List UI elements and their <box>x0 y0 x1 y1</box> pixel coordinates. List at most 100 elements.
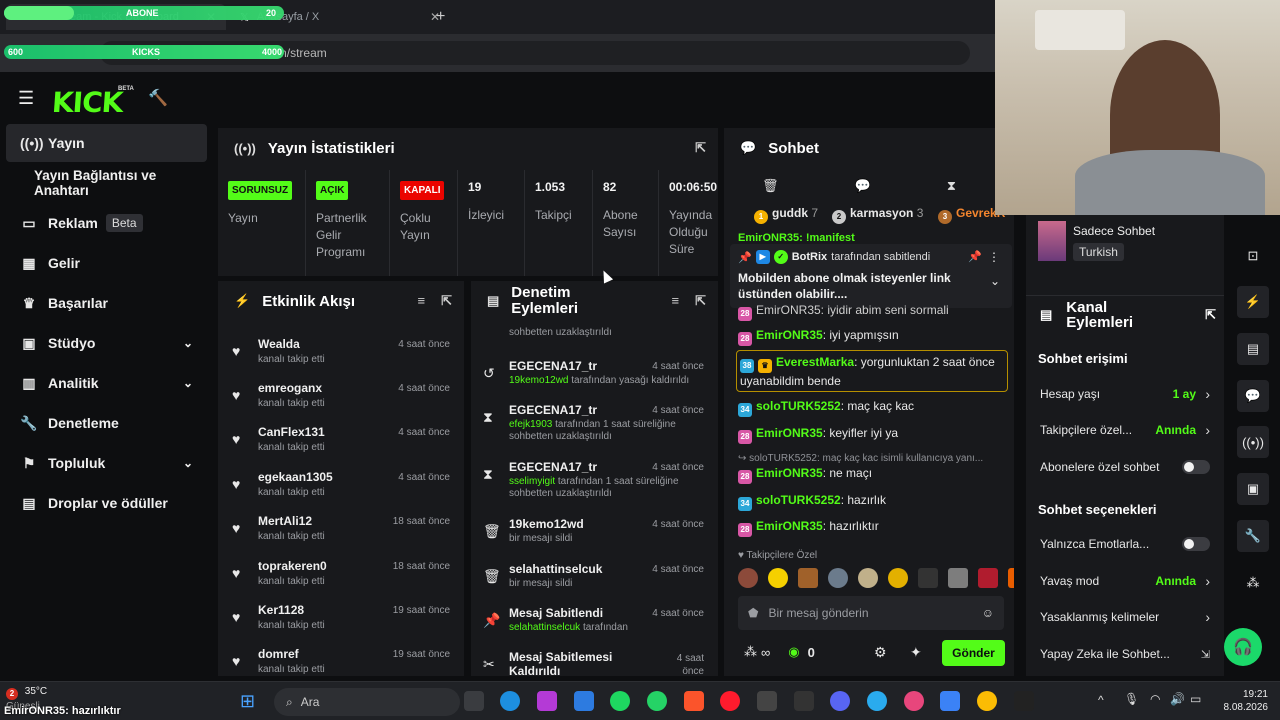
slow-mode-setting[interactable]: Yavaş mod Anında › <box>1040 570 1210 592</box>
emote-icon[interactable] <box>978 568 998 588</box>
community-icon[interactable]: ⁂ <box>744 644 757 660</box>
trash-icon[interactable]: 🗑 <box>762 178 779 194</box>
wrench-icon[interactable]: 🔧 <box>1237 520 1269 552</box>
account-age-setting[interactable]: Hesap yaşı 1 ay › <box>1040 383 1210 405</box>
chevron-down-icon[interactable]: ⌄ <box>990 274 1000 288</box>
chat-username[interactable]: EmirONR35 <box>756 466 823 480</box>
battery-icon[interactable]: ▭ <box>1190 692 1201 706</box>
emote-icon[interactable] <box>858 568 878 588</box>
popout-icon[interactable]: ⇱ <box>695 140 706 156</box>
app-icon[interactable] <box>574 691 594 711</box>
user-name[interactable]: 19kemo12wd <box>509 517 584 531</box>
support-button[interactable]: 🎧 <box>1224 628 1262 666</box>
more-icon[interactable]: ⋮ <box>988 250 1000 264</box>
user-name[interactable]: toprakeren0 <box>258 559 327 573</box>
menu-icon[interactable]: ☰ <box>18 88 34 109</box>
chat-bubble-icon[interactable]: 💬 <box>855 178 871 194</box>
user-name[interactable]: EGECENA17_tr <box>509 460 597 474</box>
user-name[interactable]: Ker1128 <box>258 603 304 617</box>
moderator-name[interactable]: selahattinselcuk <box>509 622 580 633</box>
infinity-icon[interactable]: ∞ <box>761 645 770 660</box>
emote-icon[interactable] <box>888 568 908 588</box>
sidebar-item-studio[interactable]: ▣ Stüdyo ⌄ <box>6 324 207 362</box>
volume-icon[interactable]: 🔊 <box>1170 692 1185 706</box>
sidebar-item-analytics[interactable]: ▥ Analitik ⌄ <box>6 364 207 402</box>
sidebar-item-achievements[interactable]: ♛ Başarılar <box>6 284 207 322</box>
chat-username[interactable]: soloTURK5252 <box>756 399 841 413</box>
popout-icon[interactable]: ⇱ <box>1205 307 1216 323</box>
chat-username[interactable]: EmirONR35 <box>756 426 823 440</box>
kick-logo[interactable]: KICK <box>51 86 124 119</box>
obs-icon[interactable] <box>757 691 777 711</box>
document-icon[interactable]: ▤ <box>1237 333 1269 365</box>
points-icon[interactable]: ◉ <box>788 644 799 660</box>
layout-icon[interactable]: ▣ <box>1237 473 1269 505</box>
emote-icon[interactable] <box>948 568 968 588</box>
sidebar-item-stream-key[interactable]: Yayın Bağlantısı ve Anahtarı <box>6 164 207 202</box>
pinned-message[interactable]: 📌 ▶ ✓ BotRix tarafından sabitlendi 📌 ⋮ M… <box>730 244 1012 308</box>
app-icon[interactable] <box>794 691 814 711</box>
user-name[interactable]: Wealda <box>258 337 300 351</box>
moderator-name[interactable]: 19kemo12wd <box>509 375 568 386</box>
windows-start-icon[interactable]: ⊞ <box>240 691 255 712</box>
chrome-icon[interactable] <box>977 691 997 711</box>
app-icon[interactable] <box>940 691 960 711</box>
broadcast-icon[interactable]: ((•)) <box>1237 426 1269 458</box>
spotify-icon[interactable] <box>610 691 630 711</box>
emote-icon[interactable] <box>738 568 758 588</box>
filter-icon[interactable]: ≡ <box>418 293 426 309</box>
screenshot-icon[interactable]: ⊡ <box>1237 240 1269 272</box>
sidebar-item-ads[interactable]: ▭ Reklam Beta <box>6 204 207 242</box>
user-name[interactable]: MertAli12 <box>258 514 312 528</box>
telegram-icon[interactable] <box>867 691 887 711</box>
chevron-up-icon[interactable]: ^ <box>1098 693 1104 707</box>
emote-icon[interactable] <box>918 568 938 588</box>
banned-words-setting[interactable]: Yasaklanmış kelimeler › <box>1040 606 1210 628</box>
sidebar-item-moderation[interactable]: 🔧 Denetleme <box>6 404 207 442</box>
followers-only-setting[interactable]: Takipçilere özel... Anında › <box>1040 419 1210 441</box>
emote-icon[interactable] <box>768 568 788 588</box>
sparkle-icon[interactable]: ✦ <box>910 644 922 661</box>
brave-icon[interactable] <box>684 691 704 711</box>
opera-icon[interactable] <box>720 691 740 711</box>
popout-icon[interactable]: ⇱ <box>441 293 452 309</box>
popout-icon[interactable]: ⇱ <box>695 293 706 309</box>
subscribers-only-toggle[interactable] <box>1182 460 1210 474</box>
new-tab-button[interactable]: + <box>436 8 445 26</box>
user-name[interactable]: EGECENA17_tr <box>509 403 597 417</box>
chat-bubble-icon[interactable]: 💬 <box>1237 380 1269 412</box>
send-button[interactable]: Gönder <box>942 640 1005 666</box>
user-name[interactable]: emreoganx <box>258 381 322 395</box>
clock[interactable]: 19:21 8.08.2026 <box>1212 688 1269 714</box>
emote-icon[interactable] <box>798 568 818 588</box>
user-name[interactable]: EGECENA17_tr <box>509 359 597 373</box>
chat-username[interactable]: EmirONR35 <box>756 328 823 342</box>
filter-icon[interactable]: ≡ <box>672 293 680 309</box>
discord-icon[interactable] <box>830 691 850 711</box>
gear-icon[interactable]: ⚙ <box>874 644 887 661</box>
chat-username[interactable]: EverestMarka <box>776 355 854 369</box>
taskbar-search[interactable]: ⌕ Ara <box>274 688 460 716</box>
leader-entry[interactable]: 2 karmasyon 3 <box>832 206 923 224</box>
whatsapp-icon[interactable] <box>647 691 667 711</box>
moderator-name[interactable]: sselimyigit <box>509 476 555 487</box>
language-tag[interactable]: Turkish <box>1073 243 1124 261</box>
copilot-icon[interactable] <box>537 691 557 711</box>
leader-entry[interactable]: 1 guddk 7 <box>754 206 818 224</box>
opera-gx-icon[interactable] <box>904 691 924 711</box>
community-icon[interactable]: ⁂ <box>1237 567 1269 599</box>
lightning-icon[interactable]: ⚡ <box>1237 286 1269 318</box>
emoji-icon[interactable]: ☺ <box>982 606 994 620</box>
chat-input[interactable]: ⬟ Bir mesaj gönderin ☺ <box>738 596 1004 630</box>
task-view-icon[interactable] <box>464 691 484 711</box>
chat-username[interactable]: EmirONR35 <box>756 519 823 533</box>
user-name[interactable]: selahattinselcuk <box>509 562 602 576</box>
chat-username[interactable]: soloTURK5252 <box>756 493 841 507</box>
emote-icon[interactable] <box>1008 568 1014 588</box>
pin-icon[interactable]: 📌 <box>968 250 982 263</box>
user-name[interactable]: egekaan1305 <box>258 470 333 484</box>
sidebar-item-revenue[interactable]: ▦ Gelir <box>6 244 207 282</box>
moderator-name[interactable]: efejk1903 <box>509 419 552 430</box>
hourglass-icon[interactable]: ⧗ <box>947 178 956 194</box>
ai-chat-setting[interactable]: Yapay Zeka ile Sohbet... ⇲ <box>1040 643 1210 665</box>
